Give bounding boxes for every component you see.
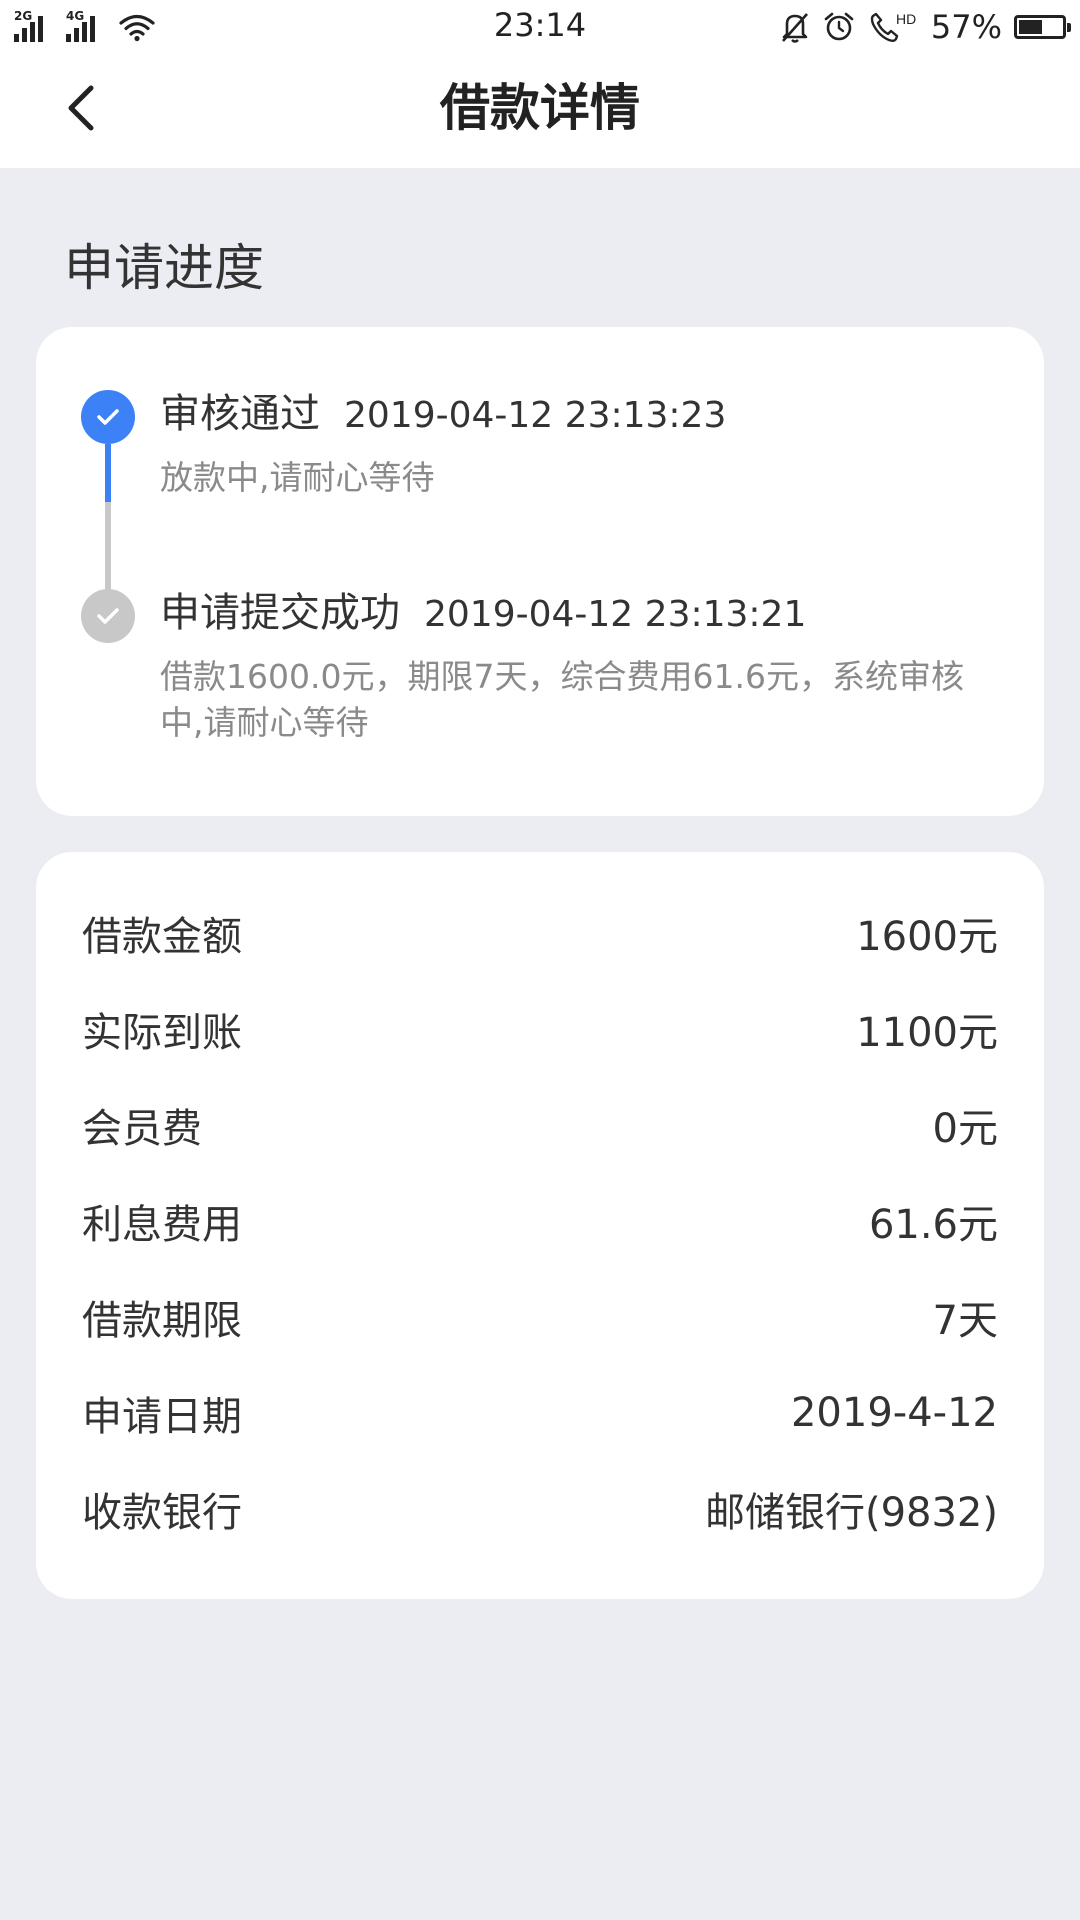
timeline-step-description: 借款1600.0元，期限7天，综合费用61.6元，系统审核中,请耐心等待 [160, 657, 964, 742]
detail-row-membership-fee: 会员费 0元 [82, 1092, 998, 1158]
timeline-step-header: 申请提交成功 2019-04-12 23:13:21 [160, 584, 994, 644]
timeline-step-status: 申请提交成功 [160, 590, 400, 636]
battery-percentage: 57% [930, 8, 1002, 46]
timeline-dot-submitted [81, 589, 135, 643]
loan-details-card: 借款金额 1600元 实际到账 1100元 会员费 0元 利息费用 61.6元 … [36, 852, 1044, 1599]
page-title: 借款详情 [440, 79, 640, 137]
timeline-step-time: 2019-04-12 23:13:23 [344, 395, 727, 436]
detail-row-loan-term: 借款期限 7天 [82, 1284, 998, 1350]
detail-label: 利息费用 [82, 1202, 242, 1248]
hd-call-icon: HD [870, 11, 916, 42]
detail-value: 1600元 [856, 914, 998, 960]
detail-row-loan-amount: 借款金额 1600元 [82, 900, 998, 966]
detail-row-actual-received: 实际到账 1100元 [82, 996, 998, 1062]
detail-value: 7天 [932, 1298, 998, 1344]
nav-bar: 借款详情 [0, 56, 1080, 168]
status-bar: 2G 4G 23:14 HD 57% [0, 0, 1080, 56]
detail-row-receiving-bank: 收款银行 邮储银行(9832) [82, 1476, 998, 1542]
detail-row-interest-fee: 利息费用 61.6元 [82, 1188, 998, 1254]
detail-value: 1100元 [856, 1010, 998, 1056]
check-icon [97, 409, 119, 425]
timeline-connector-inactive [105, 502, 111, 589]
battery-level-fill [1019, 20, 1042, 34]
alarm-clock-icon [824, 12, 854, 41]
detail-label: 实际到账 [82, 1010, 242, 1056]
detail-label: 申请日期 [82, 1394, 242, 1440]
detail-label: 借款金额 [82, 914, 242, 960]
detail-label: 会员费 [82, 1106, 202, 1152]
timeline-step-time: 2019-04-12 23:13:21 [424, 594, 807, 635]
hd-label: HD [896, 11, 916, 27]
timeline-step-status: 审核通过 [160, 391, 320, 437]
detail-row-apply-date: 申请日期 2019-4-12 [82, 1380, 998, 1446]
timeline-step: 申请提交成功 2019-04-12 23:13:21 借款1600.0元，期限7… [160, 584, 994, 746]
progress-section-title: 申请进度 [64, 239, 264, 297]
status-right: HD 57% [779, 8, 1071, 46]
detail-value: 0元 [932, 1106, 998, 1152]
detail-label: 借款期限 [82, 1298, 242, 1344]
detail-value: 邮储银行(9832) [704, 1490, 998, 1536]
detail-value: 2019-4-12 [790, 1390, 998, 1436]
battery-icon [1014, 15, 1071, 39]
detail-label: 收款银行 [82, 1490, 242, 1536]
timeline-connector-active [105, 444, 111, 502]
timeline-step-description: 放款中,请耐心等待 [160, 458, 435, 497]
progress-card: 审核通过 2019-04-12 23:13:23 放款中,请耐心等待 申请提交成… [36, 327, 1044, 816]
timeline-step-header: 审核通过 2019-04-12 23:13:23 [160, 385, 994, 445]
timeline-dot-approved [81, 390, 135, 444]
detail-value: 61.6元 [868, 1202, 998, 1248]
mute-bell-icon [781, 13, 808, 43]
check-icon [97, 608, 119, 624]
timeline-step: 审核通过 2019-04-12 23:13:23 放款中,请耐心等待 [160, 385, 994, 501]
